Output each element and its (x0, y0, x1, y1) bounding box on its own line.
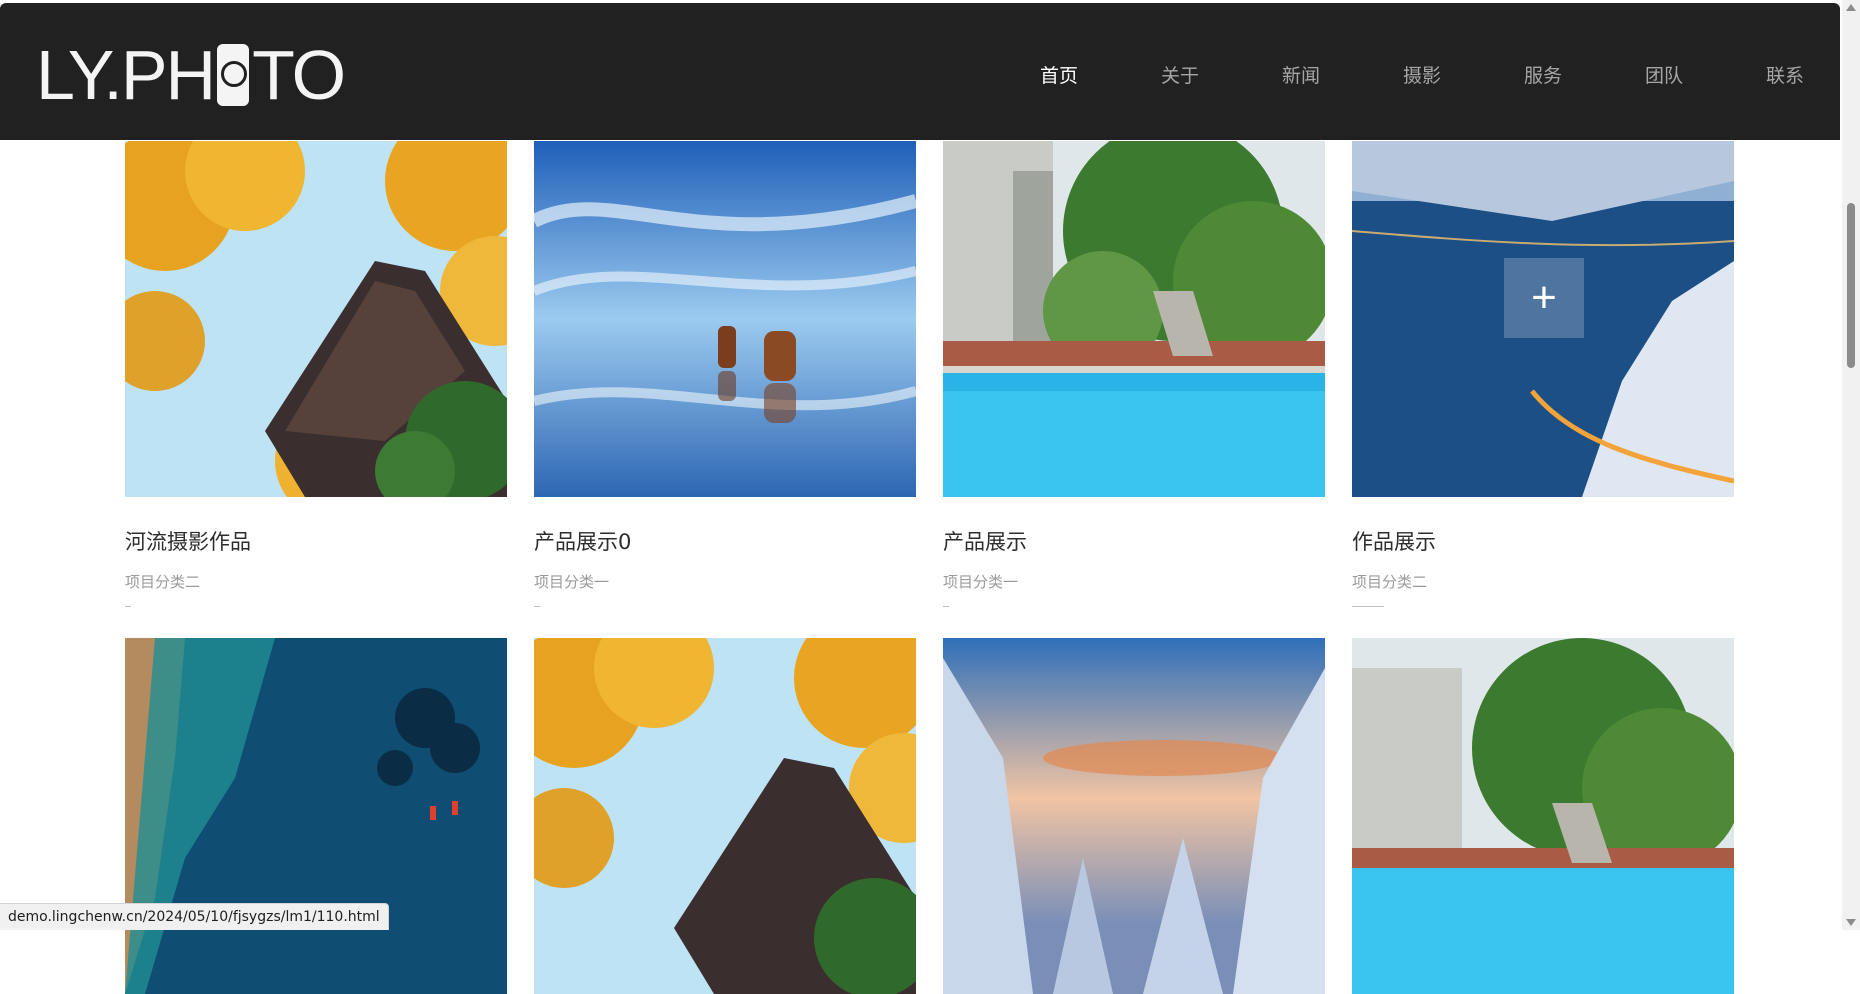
nav-item-contact[interactable]: 联系 (1683, 61, 1804, 88)
site-logo[interactable]: LY.PH TO (36, 36, 346, 114)
card-title[interactable]: 产品展示0 (534, 526, 916, 556)
portfolio-image-sea-aerial[interactable] (125, 638, 507, 994)
scroll-down-arrow-icon[interactable] (1846, 919, 1856, 926)
portfolio-image-horses-reflection[interactable] (534, 141, 916, 497)
card-divider (534, 606, 540, 607)
card-divider (125, 606, 131, 607)
nav-item-news[interactable]: 新闻 (1199, 61, 1320, 88)
portfolio-image-ginkgo-temple[interactable] (534, 638, 916, 994)
status-url-bar: demo.lingchenw.cn/2024/05/10/fjsygzs/lm1… (0, 903, 389, 930)
portfolio-image-snowy-forest-sunset[interactable] (943, 638, 1325, 994)
main-nav: 首页 关于 新闻 摄影 服务 团队 联系 (957, 61, 1804, 88)
card-category[interactable]: 项目分类一 (943, 571, 1325, 592)
card-title[interactable]: 作品展示 (1352, 526, 1734, 556)
card-divider (943, 606, 949, 607)
card-category[interactable]: 项目分类一 (534, 571, 916, 592)
nav-item-services[interactable]: 服务 (1441, 61, 1562, 88)
logo-text-left: LY.PH (36, 36, 216, 114)
portfolio-card[interactable]: 产品展示 项目分类一 (943, 141, 1325, 607)
site-header: LY.PH TO 首页 关于 新闻 摄影 服务 团队 联系 (0, 3, 1840, 140)
portfolio-card[interactable]: 产品展示0 项目分类一 (534, 141, 916, 607)
card-category[interactable]: 项目分类二 (1352, 571, 1734, 592)
vertical-scrollbar[interactable] (1842, 0, 1860, 930)
camera-icon (217, 44, 250, 106)
card-category[interactable]: 项目分类二 (125, 571, 507, 592)
card-title[interactable]: 产品展示 (943, 526, 1325, 556)
portfolio-card[interactable] (1352, 638, 1734, 994)
portfolio-card[interactable]: + 作品展示 项目分类二 (1352, 141, 1734, 607)
plus-icon[interactable]: + (1504, 258, 1584, 338)
portfolio-image-snow-fjord-night[interactable]: + (1352, 141, 1734, 497)
portfolio-card[interactable] (943, 638, 1325, 994)
nav-item-home[interactable]: 首页 (957, 61, 1078, 88)
scrollbar-thumb[interactable] (1847, 203, 1855, 368)
logo-text-right: TO (252, 36, 346, 114)
nav-item-team[interactable]: 团队 (1562, 61, 1683, 88)
portfolio-image-pool-garden[interactable] (943, 141, 1325, 497)
portfolio-card[interactable] (534, 638, 916, 994)
nav-item-photography[interactable]: 摄影 (1320, 61, 1441, 88)
portfolio-image-ginkgo-temple[interactable] (125, 141, 507, 497)
portfolio-card[interactable]: 河流摄影作品 项目分类二 (125, 141, 507, 607)
card-title[interactable]: 河流摄影作品 (125, 526, 507, 556)
card-divider (1352, 606, 1384, 607)
portfolio-card[interactable] (125, 638, 507, 994)
nav-item-about[interactable]: 关于 (1078, 61, 1199, 88)
scroll-up-arrow-icon[interactable] (1846, 4, 1856, 11)
portfolio-image-pool-garden[interactable] (1352, 638, 1734, 994)
